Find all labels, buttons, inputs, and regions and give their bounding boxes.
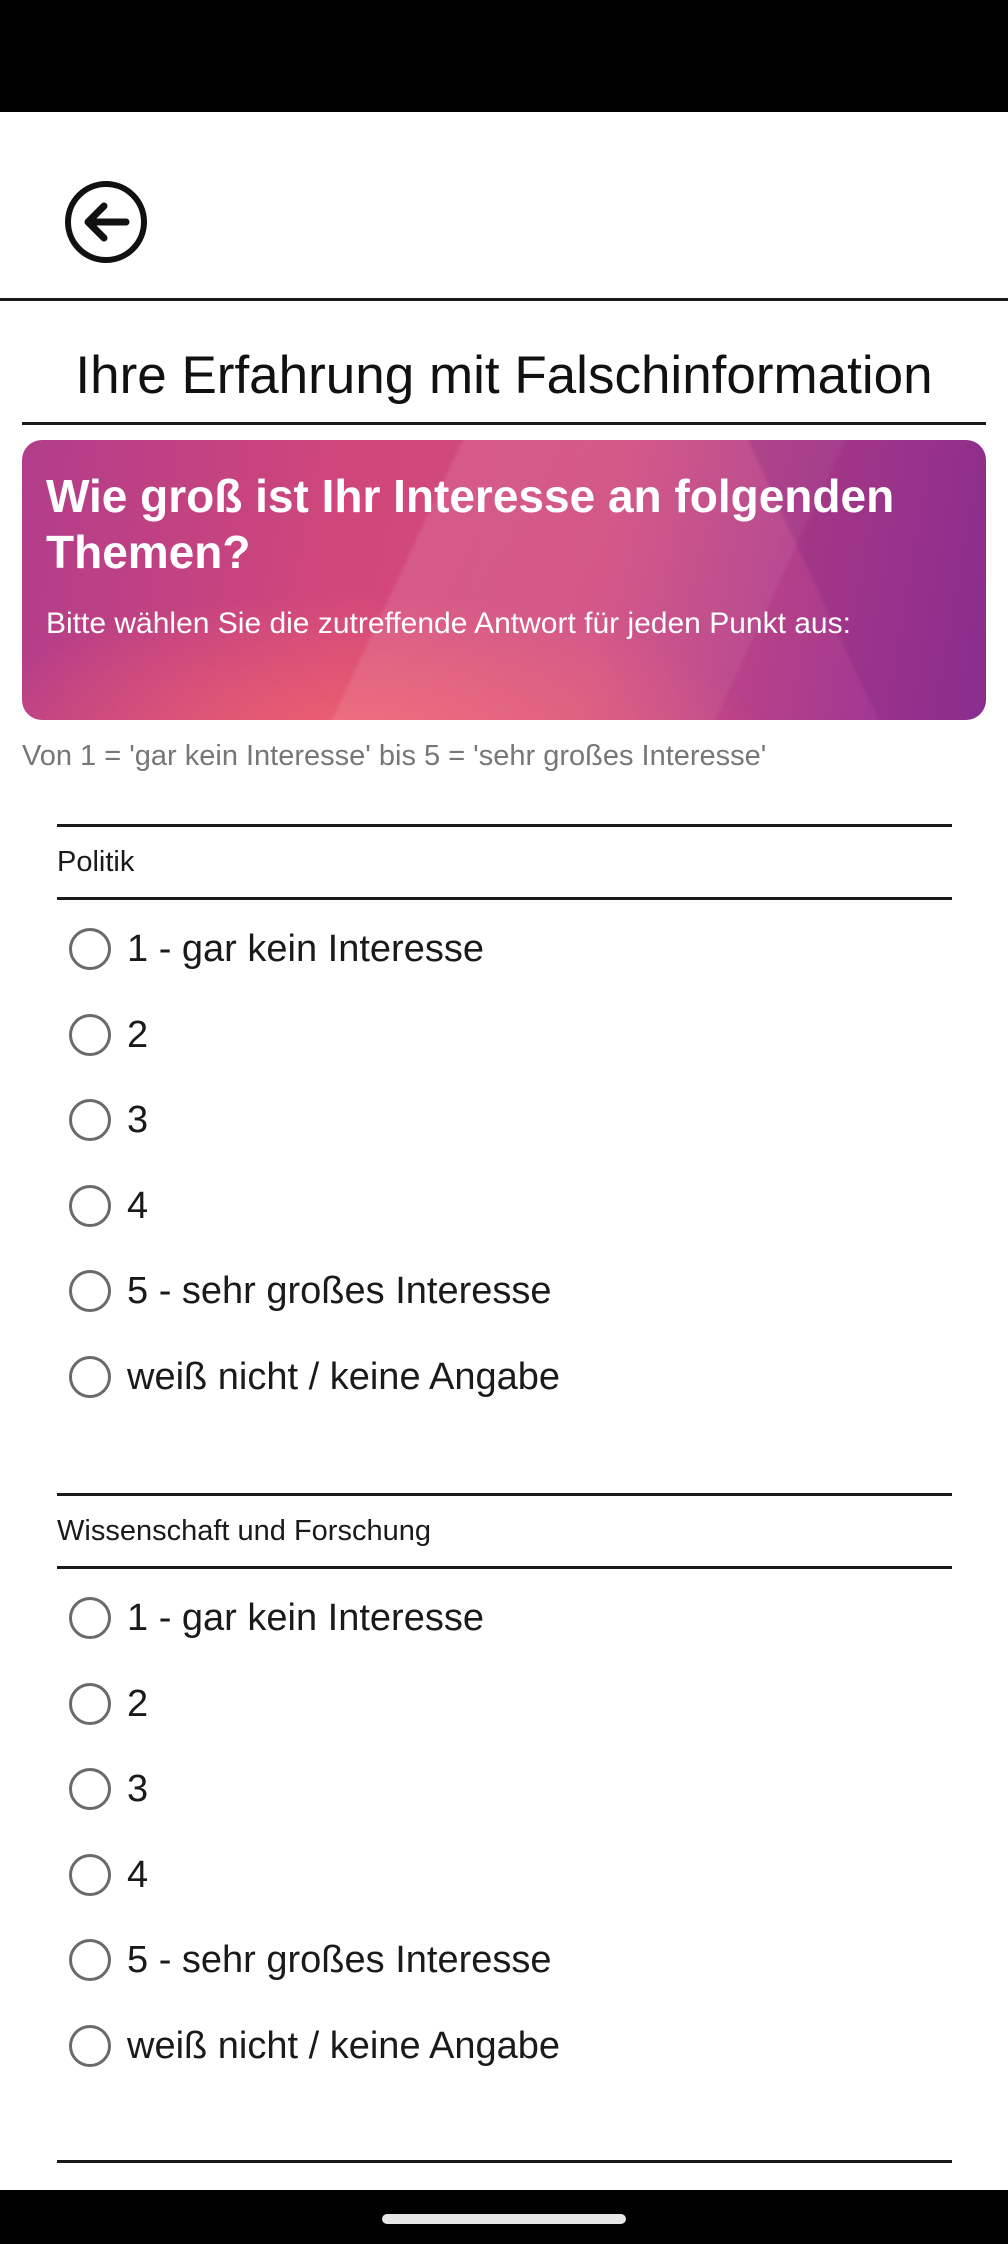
- option-label: 5 - sehr großes Interesse: [127, 1938, 552, 1981]
- option-label: 5 - sehr großes Interesse: [127, 1269, 552, 1312]
- instruction-text: Bitte wählen Sie die zutreffende Antwort…: [46, 607, 851, 640]
- group-title: Wissenschaft und Forschung: [57, 1493, 952, 1569]
- group-title: Politik: [57, 824, 952, 900]
- status-bar: [0, 0, 1008, 112]
- radio-option[interactable]: 2: [69, 1005, 148, 1065]
- home-indicator[interactable]: [382, 2214, 626, 2224]
- question-banner: Wie groß ist Ihr Interesse an folgenden …: [22, 440, 986, 720]
- radio-option[interactable]: 4: [69, 1176, 148, 1236]
- radio-button[interactable]: [69, 2025, 111, 2067]
- radio-button[interactable]: [69, 1597, 111, 1639]
- option-label: 3: [127, 1767, 149, 1810]
- radio-option[interactable]: 3: [69, 1759, 148, 1819]
- radio-option[interactable]: 3: [69, 1090, 148, 1150]
- radio-button[interactable]: [69, 1768, 111, 1810]
- option-label: 2: [127, 1013, 149, 1056]
- question-text: Wie groß ist Ihr Interesse an folgenden …: [46, 470, 895, 578]
- radio-button[interactable]: [69, 1014, 111, 1056]
- back-button[interactable]: [64, 180, 148, 264]
- radio-button[interactable]: [69, 928, 111, 970]
- radio-option[interactable]: 4: [69, 1845, 148, 1905]
- option-label: 4: [127, 1853, 149, 1896]
- radio-button[interactable]: [69, 1854, 111, 1896]
- arrow-left-circle-icon: [65, 181, 147, 263]
- radio-option[interactable]: 5 - sehr großes Interesse: [69, 1930, 552, 1990]
- radio-button[interactable]: [69, 1270, 111, 1312]
- page-title: Ihre Erfahrung mit Falschinformation: [22, 330, 986, 425]
- option-label: 1 - gar kein Interesse: [127, 1596, 484, 1639]
- radio-button[interactable]: [69, 1185, 111, 1227]
- radio-option[interactable]: 1 - gar kein Interesse: [69, 1588, 484, 1648]
- radio-option[interactable]: weiß nicht / keine Angabe: [69, 2016, 560, 2076]
- radio-option[interactable]: 2: [69, 1674, 148, 1734]
- option-label: 4: [127, 1184, 149, 1227]
- scale-hint: Von 1 = 'gar kein Interesse' bis 5 = 'se…: [22, 740, 767, 772]
- navigation-bar: [0, 2190, 1008, 2244]
- radio-button[interactable]: [69, 1356, 111, 1398]
- radio-button[interactable]: [69, 1099, 111, 1141]
- app-bar: [0, 112, 1008, 301]
- option-label: weiß nicht / keine Angabe: [127, 1355, 561, 1398]
- option-label: 3: [127, 1098, 149, 1141]
- radio-button[interactable]: [69, 1939, 111, 1981]
- radio-option[interactable]: 5 - sehr großes Interesse: [69, 1261, 552, 1321]
- radio-option[interactable]: weiß nicht / keine Angabe: [69, 1347, 560, 1407]
- option-label: 2: [127, 1682, 149, 1725]
- option-label: weiß nicht / keine Angabe: [127, 2024, 561, 2067]
- next-group-divider: [57, 2160, 952, 2163]
- radio-option[interactable]: 1 - gar kein Interesse: [69, 919, 484, 979]
- question-group-politik: Politik 1 - gar kein Interesse 2 3 4 5 -…: [57, 824, 952, 1398]
- question-group-wissenschaft: Wissenschaft und Forschung 1 - gar kein …: [57, 1493, 952, 2067]
- option-label: 1 - gar kein Interesse: [127, 927, 484, 970]
- radio-button[interactable]: [69, 1683, 111, 1725]
